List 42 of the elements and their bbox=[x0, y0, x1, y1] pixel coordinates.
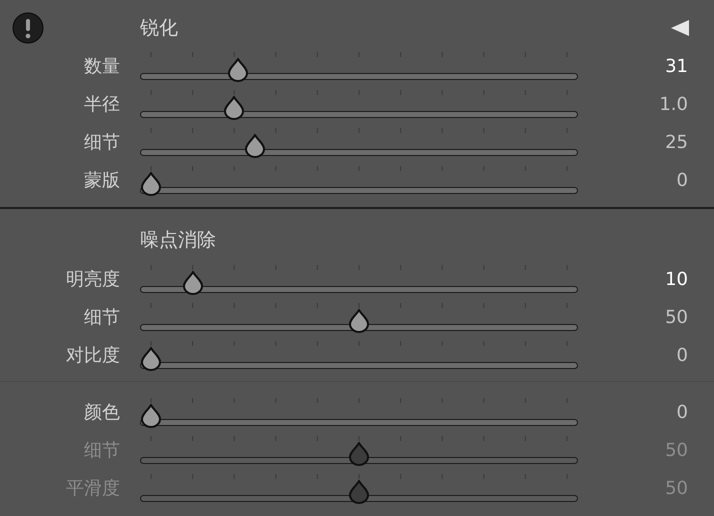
slider-value: 50 bbox=[665, 480, 688, 498]
slider-track[interactable] bbox=[140, 404, 578, 428]
slider-value: 0 bbox=[676, 404, 688, 422]
slider-label: 平滑度 bbox=[65, 480, 120, 498]
collapse-triangle-icon[interactable] bbox=[670, 19, 690, 37]
slider-thumb[interactable] bbox=[244, 134, 266, 158]
slider-label: 蒙版 bbox=[83, 172, 120, 190]
slider-track[interactable] bbox=[140, 58, 578, 82]
slider-value: 0 bbox=[676, 172, 688, 190]
slider-value: 50 bbox=[665, 442, 688, 460]
slider-label: 明亮度 bbox=[65, 271, 120, 289]
warning-icon[interactable] bbox=[12, 12, 44, 44]
slider-thumb[interactable] bbox=[140, 404, 162, 428]
slider-label: 半径 bbox=[83, 96, 120, 114]
slider-value: 1.0 bbox=[659, 96, 688, 114]
slider-value: 25 bbox=[665, 134, 688, 152]
slider-track[interactable] bbox=[140, 172, 578, 196]
slider-track[interactable] bbox=[140, 271, 578, 295]
slider-value: 0 bbox=[676, 347, 688, 365]
slider-label: 细节 bbox=[83, 134, 120, 152]
slider-label: 细节 bbox=[83, 309, 120, 327]
slider-value: 10 bbox=[665, 271, 688, 289]
slider-label: 对比度 bbox=[65, 347, 120, 365]
slider-value: 50 bbox=[665, 309, 688, 327]
slider-thumb[interactable] bbox=[140, 172, 162, 196]
slider-track[interactable] bbox=[140, 309, 578, 333]
slider-track[interactable] bbox=[140, 442, 578, 466]
slider-thumb[interactable] bbox=[140, 347, 162, 371]
slider-label: 数量 bbox=[83, 58, 120, 76]
slider-track[interactable] bbox=[140, 347, 578, 371]
slider-track[interactable] bbox=[140, 134, 578, 158]
slider-thumb[interactable] bbox=[348, 309, 370, 333]
slider-label: 细节 bbox=[83, 442, 120, 460]
slider-label: 颜色 bbox=[83, 404, 120, 422]
section-title: 噪点消除 bbox=[140, 230, 216, 250]
slider-thumb[interactable] bbox=[223, 96, 246, 120]
slider-track[interactable] bbox=[140, 96, 578, 120]
slider-thumb[interactable] bbox=[182, 271, 204, 295]
slider-value: 31 bbox=[665, 58, 688, 76]
slider-thumb[interactable] bbox=[227, 58, 250, 82]
slider-track[interactable] bbox=[140, 480, 578, 504]
section-title: 锐化 bbox=[140, 18, 178, 38]
